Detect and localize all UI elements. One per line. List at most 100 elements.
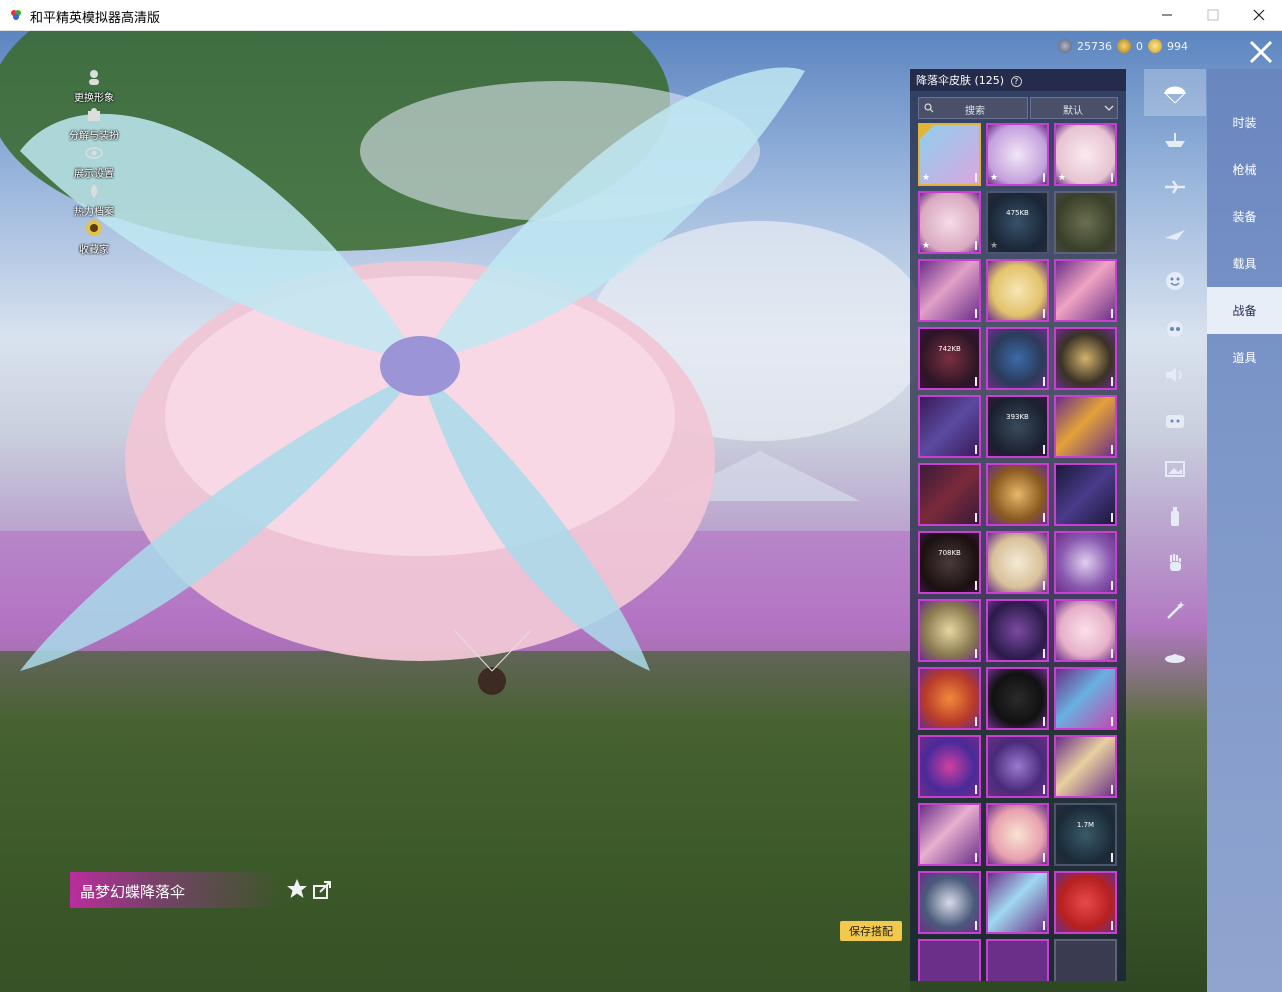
skin-item[interactable] bbox=[1054, 735, 1117, 798]
skin-item-selected[interactable]: ★ bbox=[918, 123, 981, 186]
collector-item[interactable]: 收藏家 bbox=[64, 219, 124, 256]
category-wand[interactable] bbox=[1144, 586, 1206, 633]
skin-item[interactable] bbox=[918, 871, 981, 934]
download-size: 742KB bbox=[938, 345, 961, 353]
close-icon[interactable] bbox=[1246, 37, 1276, 67]
skin-item-download[interactable]: 742KB bbox=[918, 327, 981, 390]
skin-item[interactable] bbox=[986, 599, 1049, 662]
decompose-dress-item[interactable]: 分解与装扮 bbox=[64, 107, 124, 142]
category-chat[interactable] bbox=[1144, 398, 1206, 445]
download-size: 475KB bbox=[1006, 209, 1029, 217]
skin-item[interactable] bbox=[986, 327, 1049, 390]
skin-item[interactable]: ★ bbox=[918, 191, 981, 254]
category-column bbox=[1144, 69, 1206, 681]
sort-dropdown[interactable]: 默认 bbox=[1030, 97, 1118, 119]
skin-item[interactable] bbox=[918, 395, 981, 458]
skin-item[interactable]: ★ bbox=[1054, 123, 1117, 186]
skin-item[interactable] bbox=[1054, 463, 1117, 526]
star-icon: ★ bbox=[990, 241, 999, 251]
skin-item[interactable] bbox=[986, 803, 1049, 866]
skin-item-download[interactable]: 1.7M bbox=[1054, 803, 1117, 866]
category-parachute[interactable] bbox=[1144, 69, 1206, 116]
skin-item[interactable] bbox=[918, 463, 981, 526]
skin-item[interactable]: ★ bbox=[986, 123, 1049, 186]
skin-item[interactable] bbox=[918, 259, 981, 322]
skin-item[interactable] bbox=[1054, 395, 1117, 458]
selected-item-banner: 晶梦幻蝶降落伞 bbox=[70, 872, 280, 908]
tab-vehicles[interactable]: 载具 bbox=[1207, 240, 1282, 287]
skin-item[interactable] bbox=[918, 803, 981, 866]
boat-icon bbox=[1165, 132, 1185, 147]
skin-item[interactable] bbox=[986, 871, 1049, 934]
minimize-button[interactable] bbox=[1144, 0, 1190, 30]
skin-item[interactable] bbox=[1054, 667, 1117, 730]
heat-archive-item[interactable]: 热力档案 bbox=[64, 183, 124, 218]
app-logo-icon bbox=[11, 10, 21, 20]
star-icon: ★ bbox=[1058, 173, 1067, 183]
trophy-icon bbox=[86, 220, 102, 236]
change-appearance-item[interactable]: 更换形象 bbox=[64, 69, 124, 104]
skin-item[interactable] bbox=[986, 531, 1049, 594]
category-ufo[interactable] bbox=[1144, 633, 1206, 680]
parachute-icon bbox=[1164, 86, 1186, 103]
chevron-down-icon bbox=[1104, 105, 1114, 111]
skin-item[interactable] bbox=[986, 463, 1049, 526]
tab-equipment[interactable]: 装备 bbox=[1207, 193, 1282, 240]
emote-icon bbox=[1166, 271, 1184, 290]
window-title: 和平精英模拟器高清版 bbox=[30, 11, 161, 26]
extinguisher-icon bbox=[1171, 506, 1179, 526]
category-extinguisher[interactable] bbox=[1144, 492, 1206, 539]
skin-item[interactable] bbox=[1054, 259, 1117, 322]
skin-item[interactable] bbox=[1054, 531, 1117, 594]
close-window-button[interactable] bbox=[1236, 0, 1282, 30]
tab-weapons[interactable]: 枪械 bbox=[1207, 146, 1282, 193]
tab-fashion[interactable]: 时装 bbox=[1207, 99, 1282, 146]
skin-item[interactable] bbox=[986, 939, 1049, 981]
skin-item[interactable] bbox=[1054, 327, 1117, 390]
skin-item-download[interactable]: 393KB bbox=[986, 395, 1049, 458]
category-sound[interactable] bbox=[1144, 351, 1206, 398]
maximize-button[interactable] bbox=[1190, 0, 1236, 30]
category-emote[interactable] bbox=[1144, 257, 1206, 304]
game-viewport: 更换形象 分解与装扮 展示设置 热力档案 收藏家 25736 0 994 降落伞… bbox=[0, 31, 1282, 992]
currency-gem-icon bbox=[1148, 39, 1162, 53]
ufo-icon bbox=[1165, 653, 1185, 663]
skin-item[interactable] bbox=[1054, 871, 1117, 934]
plane-icon bbox=[1165, 179, 1185, 194]
skin-item[interactable] bbox=[918, 735, 981, 798]
skin-item-download[interactable]: 475KB ★ bbox=[986, 191, 1049, 254]
skin-item[interactable] bbox=[1054, 191, 1117, 254]
category-glider[interactable] bbox=[1144, 210, 1206, 257]
minimize-icon bbox=[1162, 14, 1172, 16]
skin-item[interactable] bbox=[918, 599, 981, 662]
search-input[interactable]: 搜索 bbox=[918, 97, 1028, 119]
photo-icon bbox=[1165, 460, 1185, 477]
skin-item[interactable] bbox=[918, 939, 981, 981]
favorite-star-icon[interactable] bbox=[286, 878, 308, 900]
skin-item[interactable] bbox=[1054, 599, 1117, 662]
flame-icon bbox=[90, 184, 98, 198]
category-boat[interactable] bbox=[1144, 116, 1206, 163]
display-settings-item[interactable]: 展示设置 bbox=[64, 145, 124, 180]
skin-item-download[interactable]: 708KB bbox=[918, 531, 981, 594]
side-menu-label: 更换形象 bbox=[74, 93, 114, 104]
category-hand[interactable] bbox=[1144, 539, 1206, 586]
skin-item[interactable] bbox=[986, 667, 1049, 730]
category-plane[interactable] bbox=[1144, 163, 1206, 210]
skin-item[interactable] bbox=[1054, 939, 1117, 981]
save-outfit-button[interactable]: 保存搭配 bbox=[840, 921, 902, 941]
hand-icon bbox=[1169, 553, 1182, 571]
help-icon[interactable]: ? bbox=[1010, 76, 1022, 87]
skin-item[interactable] bbox=[986, 259, 1049, 322]
tab-column: 时装 枪械 装备 载具 战备 道具 bbox=[1207, 69, 1282, 992]
tab-props[interactable]: 道具 bbox=[1207, 334, 1282, 381]
side-menu-label: 展示设置 bbox=[74, 169, 114, 180]
skin-item[interactable] bbox=[918, 667, 981, 730]
category-robot[interactable] bbox=[1144, 304, 1206, 351]
share-icon[interactable] bbox=[312, 879, 334, 901]
skin-item[interactable] bbox=[986, 735, 1049, 798]
download-size: 708KB bbox=[938, 549, 961, 557]
tab-combat-gear[interactable]: 战备 bbox=[1207, 287, 1282, 334]
currency-bar: 25736 0 994 bbox=[1058, 39, 1188, 53]
category-photo[interactable] bbox=[1144, 445, 1206, 492]
